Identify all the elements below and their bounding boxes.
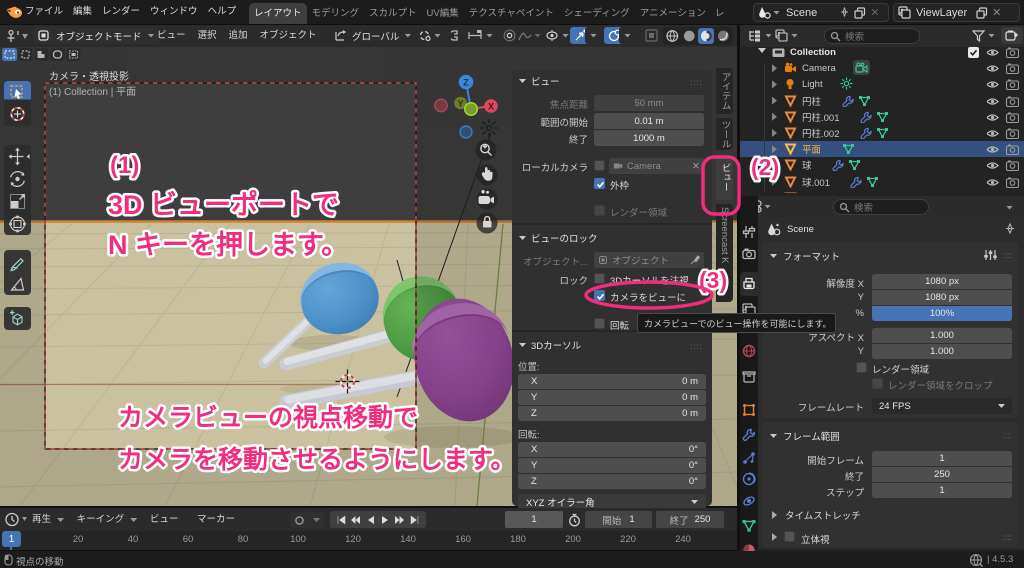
- svg-text:Y: Y: [457, 99, 463, 109]
- svg-text:X: X: [488, 102, 494, 112]
- svg-text:(1) Collection | 平面: (1) Collection | 平面: [49, 87, 136, 98]
- svg-text:Z: Z: [463, 78, 469, 88]
- svg-text:カメラ・透視投影: カメラ・透視投影: [49, 70, 129, 83]
